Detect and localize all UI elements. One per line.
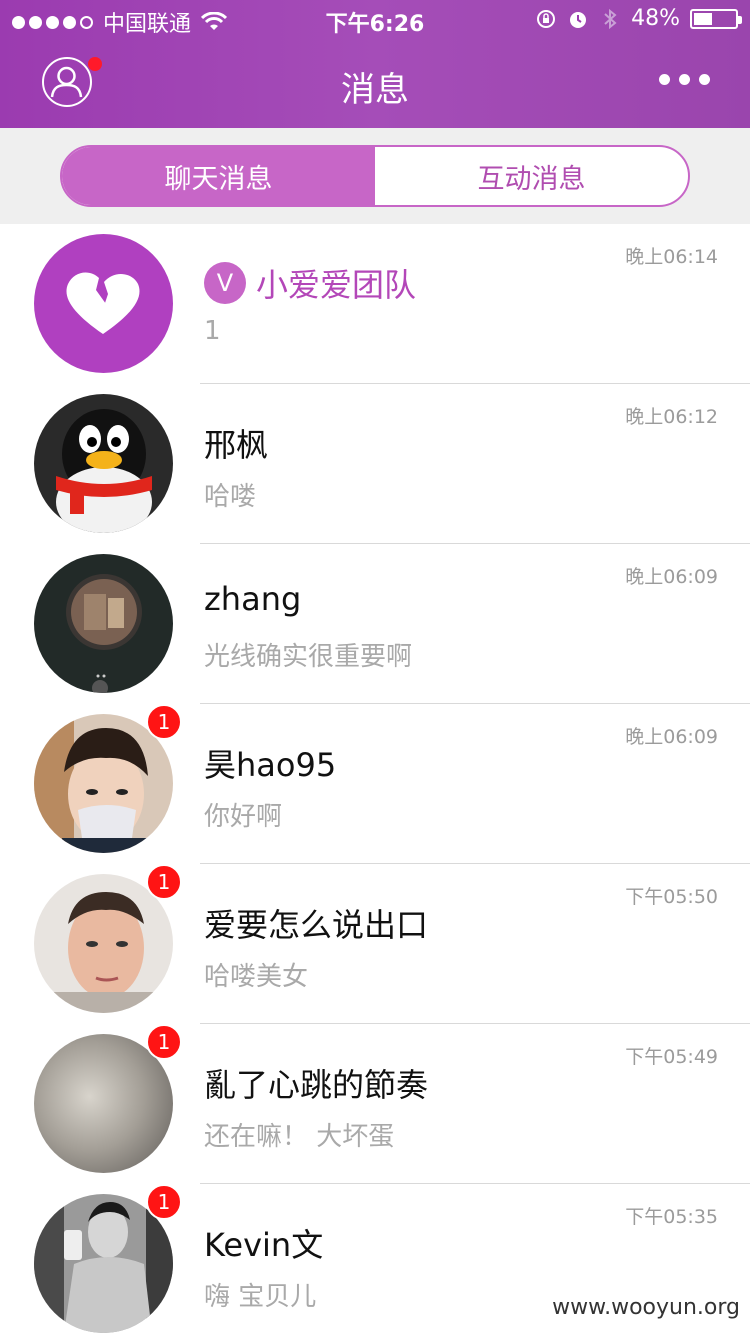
- watermark: www.wooyun.org: [552, 1295, 740, 1320]
- tab-bar-area: 聊天消息 互动消息: [0, 128, 750, 224]
- contact-name: 爱要怎么说出口: [204, 906, 429, 944]
- status-bar: 中国联通 下午6:26 48%: [0, 0, 750, 40]
- penguin-avatar: [34, 394, 173, 533]
- more-button[interactable]: [659, 74, 710, 85]
- message-time: 晚上06:14: [625, 246, 718, 268]
- bluetooth-icon: [604, 8, 617, 29]
- contact-name: 小爱爱团队: [256, 266, 417, 304]
- conversation-list: V 小爱爱团队 1 晚上06:14 邢枫 哈喽 晚上06:12 zhang 光线…: [0, 224, 750, 1334]
- message-preview: 哈喽: [204, 482, 257, 512]
- battery-icon: [690, 8, 742, 29]
- app-header: 中国联通 下午6:26 48% 消息: [0, 0, 750, 128]
- message-preview: 哈喽美女: [204, 962, 309, 992]
- contact-name: zhang: [204, 580, 302, 618]
- message-time: 晚上06:09: [625, 566, 718, 588]
- unread-badge: 1: [146, 864, 182, 900]
- contact-name: 邢枫: [204, 426, 269, 464]
- contact-name: 昊hao95: [204, 746, 337, 784]
- conversation-row[interactable]: 1 亂了心跳的節奏 还在嘛！ 大坏蛋 下午05:49: [0, 1024, 750, 1184]
- alarm-icon: [570, 11, 587, 28]
- message-time: 下午05:35: [625, 1206, 718, 1228]
- message-preview: 你好啊: [204, 802, 283, 832]
- camera-avatar: [34, 554, 173, 693]
- conversation-row[interactable]: zhang 光线确实很重要啊 晚上06:09: [0, 544, 750, 704]
- conversation-row[interactable]: 1 爱要怎么说出口 哈喽美女 下午05:50: [0, 864, 750, 1024]
- contact-name: Kevin文: [204, 1226, 324, 1264]
- message-preview: 还在嘛！ 大坏蛋: [204, 1122, 395, 1152]
- page-title: 消息: [341, 70, 409, 110]
- unread-badge: 1: [146, 704, 182, 740]
- message-time: 晚上06:09: [625, 726, 718, 748]
- message-time: 下午05:50: [625, 886, 718, 908]
- message-preview: 光线确实很重要啊: [204, 642, 413, 672]
- unread-badge: 1: [146, 1024, 182, 1060]
- tab-interaction-messages[interactable]: 互动消息: [375, 147, 688, 205]
- segmented-control: 聊天消息 互动消息: [60, 145, 690, 207]
- rotation-lock-icon: [537, 9, 556, 28]
- verified-v-icon: V: [204, 262, 246, 304]
- message-preview: 1: [204, 316, 221, 346]
- conversation-row[interactable]: V 小爱爱团队 1 晚上06:14: [0, 224, 750, 384]
- contact-name: 亂了心跳的節奏: [204, 1066, 429, 1104]
- message-time: 下午05:49: [625, 1046, 718, 1068]
- more-horizontal-icon: [659, 74, 670, 85]
- tab-chat-messages[interactable]: 聊天消息: [62, 147, 375, 205]
- conversation-row[interactable]: 邢枫 哈喽 晚上06:12: [0, 384, 750, 544]
- unread-badge: 1: [146, 1184, 182, 1220]
- heart-logo-avatar: [34, 234, 173, 373]
- battery-percent: 48%: [631, 6, 680, 31]
- message-preview: 嗨 宝贝儿: [204, 1282, 317, 1312]
- message-time: 晚上06:12: [625, 406, 718, 428]
- conversation-row[interactable]: 1 昊hao95 你好啊 晚上06:09: [0, 704, 750, 864]
